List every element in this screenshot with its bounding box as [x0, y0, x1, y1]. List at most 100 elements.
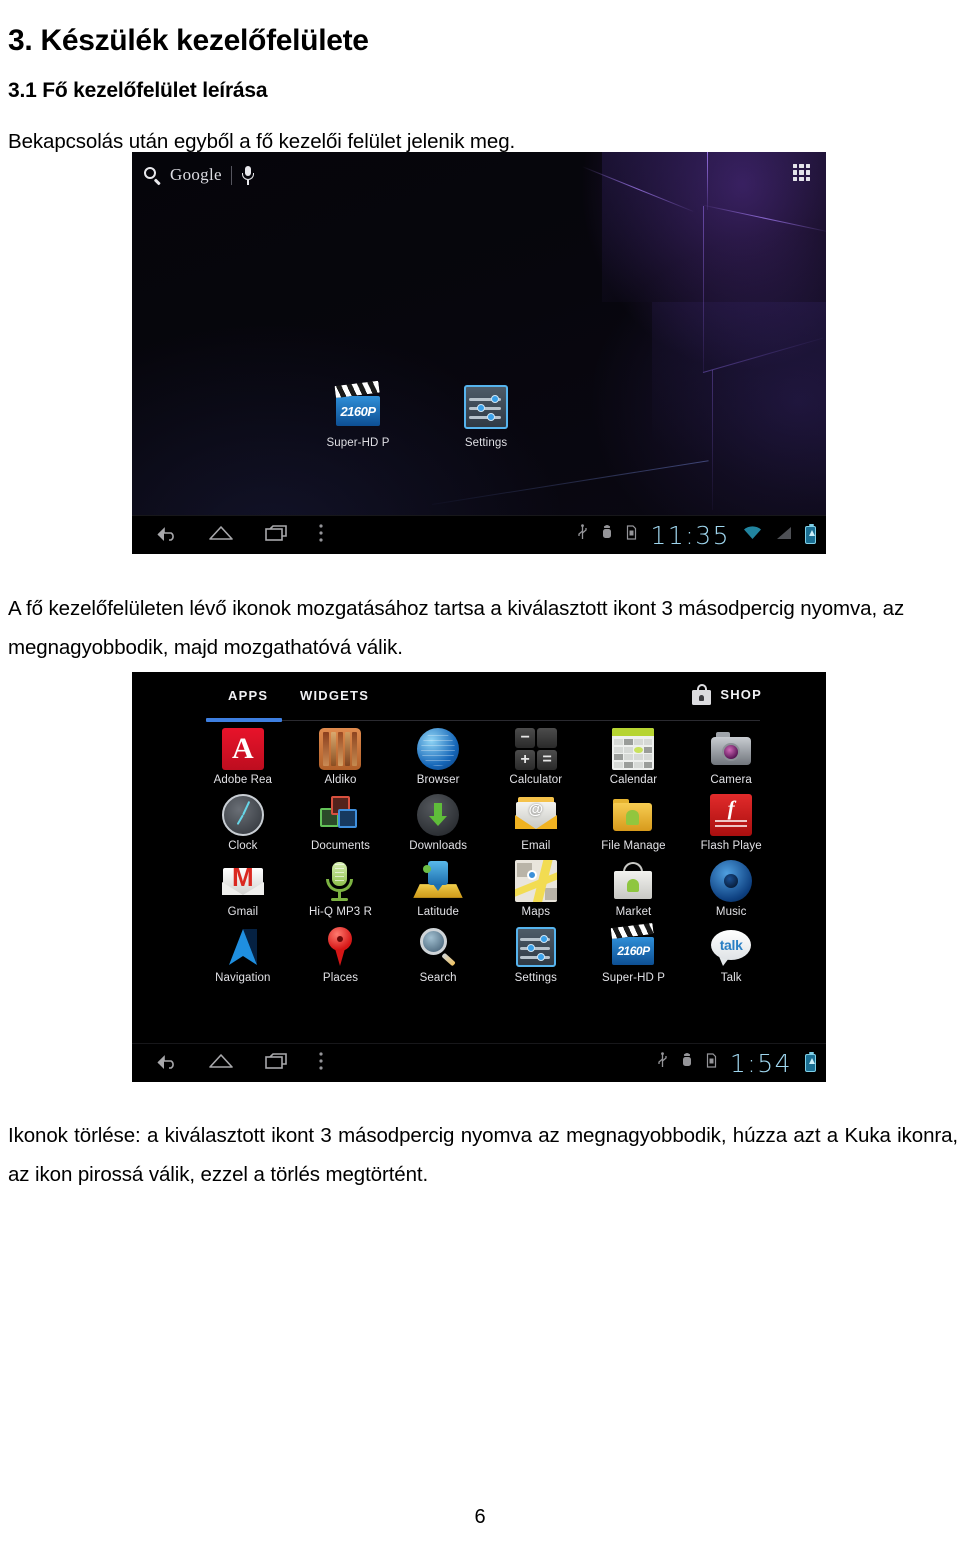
- app-item-settings[interactable]: Settings: [487, 926, 585, 984]
- recent-apps-icon[interactable]: [264, 1052, 288, 1075]
- app-item-browser[interactable]: Browser: [389, 728, 487, 786]
- app-item-email[interactable]: @ Email: [487, 794, 585, 852]
- super-hd-badge: 2160P: [340, 404, 376, 419]
- super-hd-player-icon: 2160P: [611, 922, 655, 968]
- home-icon-settings[interactable]: Settings: [448, 384, 524, 449]
- navigation-icon: [222, 926, 264, 968]
- app-label: Super-HD P: [601, 972, 665, 984]
- documents-icon: [319, 794, 361, 836]
- tab-rule: [206, 720, 760, 721]
- wallpaper: [132, 152, 826, 554]
- latitude-icon: [413, 860, 463, 902]
- apps-grid-icon[interactable]: [793, 164, 810, 181]
- app-item-clock[interactable]: Clock: [194, 794, 292, 852]
- home-icon-super-hd-player[interactable]: 2160P Super-HD P: [320, 380, 396, 449]
- shop-button[interactable]: SHOP: [692, 684, 762, 705]
- tab-widgets[interactable]: WIDGETS: [300, 688, 369, 703]
- wallpaper-facet: [652, 302, 826, 512]
- back-arrow-icon[interactable]: [154, 523, 178, 548]
- app-label: Adobe Rea: [213, 774, 273, 786]
- app-item-hi-q-mp3-recorder[interactable]: Hi-Q MP3 R: [292, 860, 390, 918]
- section-subheading: 3.1 Fő kezelőfelület leírása: [8, 79, 268, 103]
- flash-player-icon: f: [710, 794, 753, 836]
- app-label: File Manage: [601, 840, 666, 852]
- signal-icon: [775, 525, 792, 546]
- closing-paragraph: Ikonok törlése: a kiválasztott ikont 3 m…: [8, 1123, 958, 1186]
- wallpaper-line: [703, 206, 704, 372]
- gmail-icon: M: [221, 860, 264, 902]
- app-item-latitude[interactable]: Latitude: [389, 860, 487, 918]
- usb-icon: [577, 524, 588, 546]
- app-item-downloads[interactable]: Downloads: [389, 794, 487, 852]
- music-icon: [710, 860, 753, 902]
- app-label: Hi-Q MP3 R: [309, 906, 372, 918]
- drawer-tab-bar: APPS WIDGETS SHOP: [132, 672, 826, 724]
- back-arrow-icon[interactable]: [154, 1051, 178, 1076]
- app-item-super-hd-player[interactable]: 2160P Super-HD P: [585, 922, 683, 984]
- home-icon-label: Settings: [464, 437, 508, 449]
- status-icons: 11:35: [577, 521, 816, 550]
- camera-icon: [710, 728, 752, 770]
- app-label: Downloads: [409, 840, 468, 852]
- status-clock: 11:35: [650, 520, 730, 550]
- app-drawer-screenshot: APPS WIDGETS SHOP A Adobe Rea Aldiko Bro…: [132, 672, 826, 1082]
- app-label: Settings: [514, 972, 557, 984]
- sd-card-icon: [626, 524, 637, 546]
- app-label: Search: [419, 972, 457, 984]
- app-item-file-manager[interactable]: File Manage: [585, 794, 683, 852]
- home-icon[interactable]: [208, 1052, 234, 1075]
- app-label: Browser: [416, 774, 460, 786]
- app-item-market[interactable]: Market: [585, 860, 683, 918]
- app-label: Latitude: [417, 906, 460, 918]
- settings-sliders-icon: [515, 926, 557, 968]
- app-label: Email: [521, 840, 551, 852]
- places-icon: [319, 926, 361, 968]
- battery-charging-icon: [805, 523, 816, 544]
- home-screen-screenshot: Google 2160P Super-HD P Settings 11:35: [132, 152, 826, 554]
- nav-buttons: [154, 523, 324, 548]
- app-label: Market: [615, 906, 652, 918]
- app-label: Flash Playe: [700, 840, 762, 852]
- overflow-menu-icon[interactable]: [318, 1051, 324, 1076]
- battery-charging-icon: [805, 1051, 816, 1072]
- app-item-gmail[interactable]: M Gmail: [194, 860, 292, 918]
- app-item-documents[interactable]: Documents: [292, 794, 390, 852]
- app-item-calendar[interactable]: Calendar: [585, 728, 683, 786]
- app-item-aldiko[interactable]: Aldiko: [292, 728, 390, 786]
- sd-card-icon: [706, 1052, 717, 1074]
- recent-apps-icon[interactable]: [264, 524, 288, 547]
- android-debug-icon: [601, 524, 613, 546]
- super-hd-player-icon: 2160P: [334, 380, 381, 430]
- downloads-icon: [417, 794, 460, 836]
- wallpaper-line: [707, 152, 708, 210]
- app-item-music[interactable]: Music: [682, 860, 780, 918]
- shop-label: SHOP: [720, 687, 762, 702]
- app-item-places[interactable]: Places: [292, 926, 390, 984]
- file-manager-icon: [612, 794, 654, 836]
- calendar-icon: [612, 728, 655, 770]
- google-search-widget[interactable]: Google: [144, 160, 255, 190]
- microphone-icon[interactable]: [241, 165, 255, 185]
- overflow-menu-icon[interactable]: [318, 523, 324, 548]
- divider: [230, 165, 232, 185]
- app-item-calculator[interactable]: − + = Calculator: [487, 728, 585, 786]
- market-icon: [612, 860, 654, 902]
- app-item-search[interactable]: Search: [389, 926, 487, 984]
- app-label: Places: [322, 972, 359, 984]
- search-icon: [417, 926, 459, 968]
- calculator-icon: − + =: [514, 728, 557, 770]
- browser-icon: [417, 728, 460, 770]
- settings-sliders-icon: [463, 384, 509, 430]
- app-item-flash-player[interactable]: f Flash Playe: [682, 794, 780, 852]
- app-item-camera[interactable]: Camera: [682, 728, 780, 786]
- app-item-maps[interactable]: Maps: [487, 860, 585, 918]
- tab-apps[interactable]: APPS: [228, 688, 268, 703]
- tab-active-underline: [206, 718, 282, 722]
- drawer-navigation-bar: 1:54: [132, 1043, 826, 1082]
- home-icon[interactable]: [208, 524, 234, 547]
- app-item-navigation[interactable]: Navigation: [194, 926, 292, 984]
- status-clock: 1:54: [729, 1048, 792, 1078]
- middle-paragraph: A fő kezelőfelületen lévő ikonok mozgatá…: [8, 596, 905, 659]
- app-item-adobe-reader[interactable]: A Adobe Rea: [194, 728, 292, 786]
- app-item-talk[interactable]: talk Talk: [682, 926, 780, 984]
